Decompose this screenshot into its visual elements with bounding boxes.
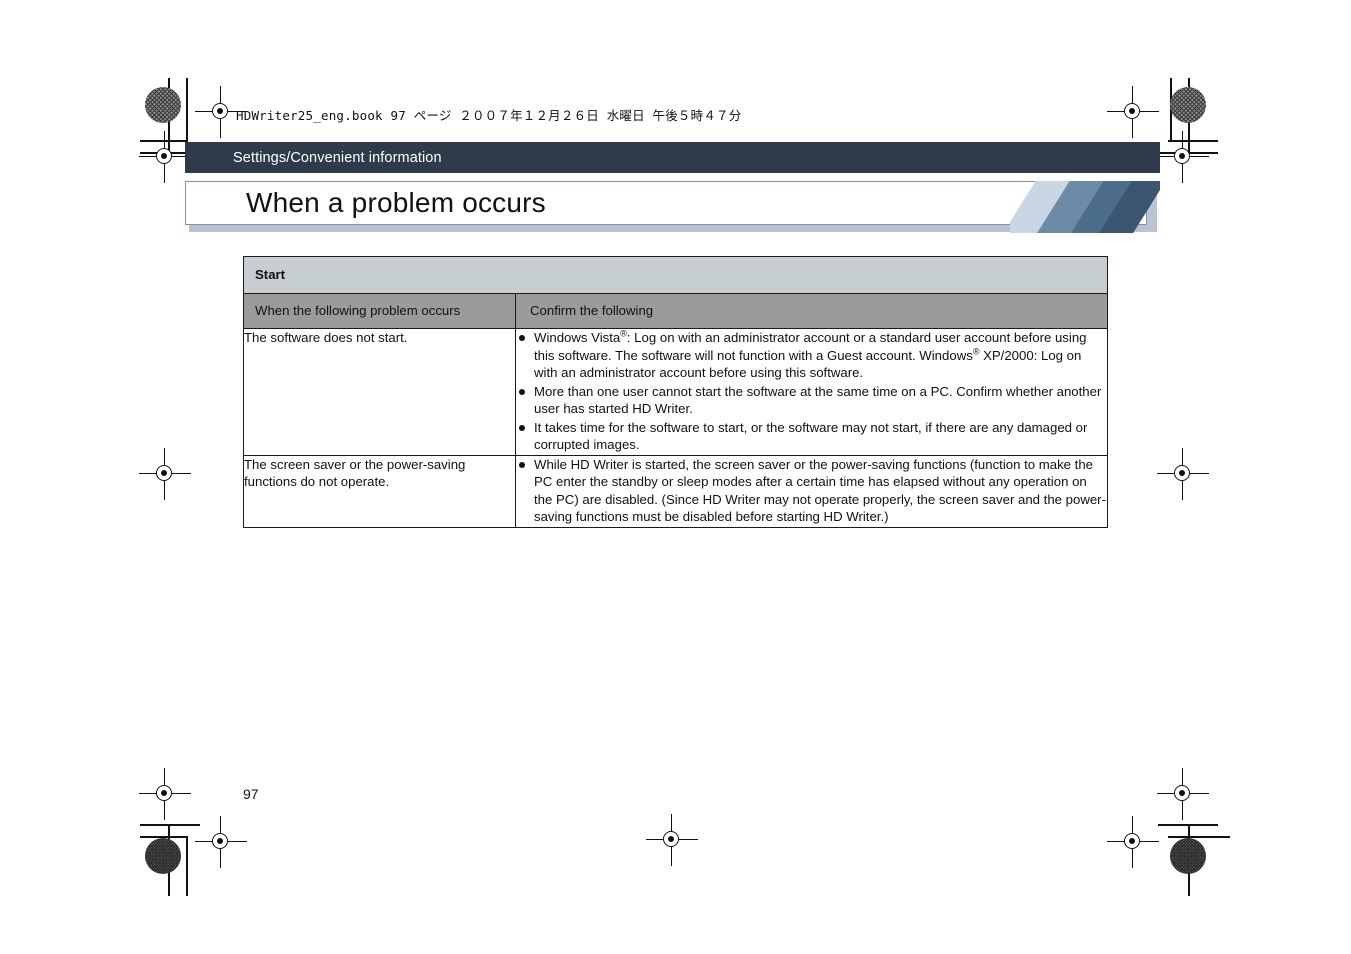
registration-target-mark xyxy=(1107,86,1159,138)
registration-target-mark xyxy=(139,131,191,183)
density-patch xyxy=(1170,87,1206,123)
table-column-header-row: When the following problem occurs Confir… xyxy=(243,293,1109,329)
bullet-item: More than one user cannot start the soft… xyxy=(516,383,1107,418)
bullet-list: While HD Writer is started, the screen s… xyxy=(516,456,1107,526)
density-patch xyxy=(145,838,181,874)
crop-mark xyxy=(186,836,188,896)
confirm-cell: While HD Writer is started, the screen s… xyxy=(514,454,1109,529)
crop-mark xyxy=(1170,836,1230,838)
registration-target-mark xyxy=(646,814,698,866)
crop-mark xyxy=(186,78,188,140)
bullet-item: It takes time for the software to start,… xyxy=(516,419,1107,454)
registered-trademark-mark: ® xyxy=(972,346,980,357)
registration-target-mark xyxy=(1157,448,1209,500)
registered-trademark-mark: ® xyxy=(620,328,627,339)
page-number: 97 xyxy=(243,786,259,802)
density-patch xyxy=(145,87,181,123)
table-group-header-row: Start xyxy=(242,256,1109,294)
table-row: The screen saver or the power-saving fun… xyxy=(243,454,1109,529)
problem-cell: The screen saver or the power-saving fun… xyxy=(243,454,516,529)
title-box: When a problem occurs xyxy=(185,181,1147,225)
table-content-rows: The software does not start. Windows Vist… xyxy=(243,328,1109,529)
table-row: The software does not start. Windows Vist… xyxy=(243,328,1109,456)
troubleshooting-table: Start When the following problem occurs … xyxy=(242,256,1109,529)
page-title: When a problem occurs xyxy=(246,187,546,218)
bullet-item: While HD Writer is started, the screen s… xyxy=(516,456,1107,526)
bullet-item: Windows Vista®: Log on with an administr… xyxy=(516,329,1107,382)
registration-target-mark xyxy=(139,448,191,500)
column-header-problem: When the following problem occurs xyxy=(243,293,516,329)
bullet-list: Windows Vista®: Log on with an administr… xyxy=(516,329,1107,454)
registration-target-mark xyxy=(1157,768,1209,820)
registration-target-mark xyxy=(195,816,247,868)
section-header-bar: Settings/Convenient information xyxy=(185,142,1160,173)
registration-target-mark xyxy=(139,768,191,820)
registration-target-mark xyxy=(1107,816,1159,868)
page-title-block: When a problem occurs xyxy=(185,181,1160,233)
book-file-info-line: HDWriter25_eng.book 97 ページ ２００７年１２月２６日 水… xyxy=(236,108,742,123)
manual-page: HDWriter25_eng.book 97 ページ ２００７年１２月２６日 水… xyxy=(0,0,1351,954)
table-group-header-cell: Start xyxy=(242,256,1109,294)
crop-mark xyxy=(140,824,200,826)
section-header-label: Settings/Convenient information xyxy=(233,149,442,166)
registration-target-mark xyxy=(195,86,247,138)
confirm-cell: Windows Vista®: Log on with an administr… xyxy=(514,328,1109,456)
registration-target-mark xyxy=(1157,131,1209,183)
column-header-confirm: Confirm the following xyxy=(514,293,1109,329)
table-body: Start When the following problem occurs … xyxy=(242,256,1109,329)
problem-cell: The software does not start. xyxy=(243,328,516,456)
density-patch xyxy=(1170,838,1206,874)
